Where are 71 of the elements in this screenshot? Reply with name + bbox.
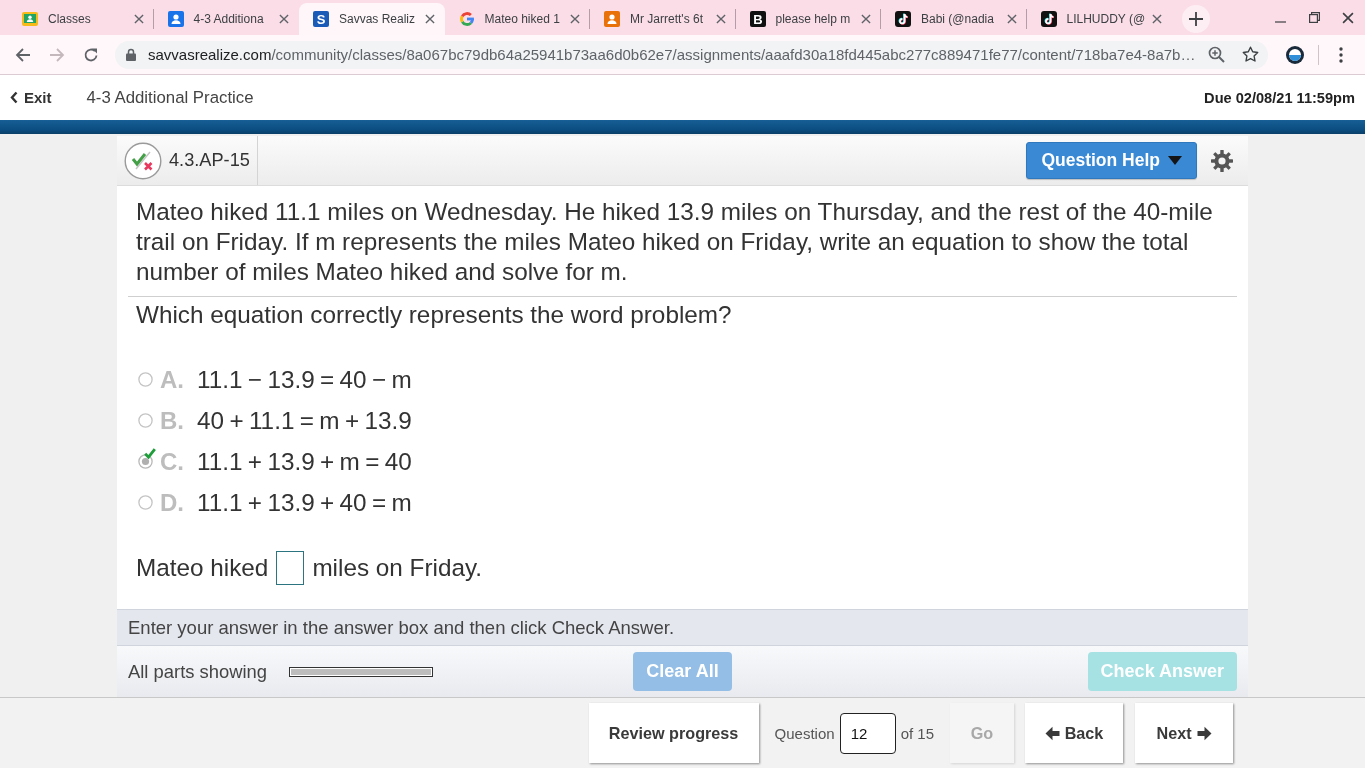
zoom-in-icon[interactable]	[1208, 46, 1225, 63]
close-icon[interactable]	[424, 14, 435, 24]
answer-sentence-end: miles on Friday.	[312, 554, 483, 582]
instruction-text: Enter your answer in the answer box and then click Check Answer.	[117, 609, 1248, 645]
new-tab-button[interactable]	[1182, 5, 1210, 33]
choice-letter: C.	[160, 447, 185, 476]
question-number-field[interactable]: 12	[839, 712, 896, 754]
radio-icon[interactable]	[138, 413, 153, 428]
classroom-icon	[22, 11, 38, 27]
reload-icon[interactable]	[83, 46, 99, 63]
caret-icon	[1168, 156, 1182, 165]
address-field[interactable]: savvasrealize.com/community/classes/8a067bc79db64a25941b73aa6d0b62e7/assignments/aaafd30a18fd445abc277c889471fe77/content/718ba7e4-8a7b…	[115, 40, 1268, 69]
close-icon[interactable]	[1152, 14, 1162, 24]
close-icon[interactable]	[1006, 14, 1017, 24]
radio-icon[interactable]	[138, 495, 153, 510]
browser-tab[interactable]: Classes	[8, 3, 154, 35]
exit-button[interactable]: Exit	[10, 89, 52, 106]
star-icon[interactable]	[1242, 46, 1259, 63]
choice-equation[interactable]: 40 + 11.1 = m + 13.9	[197, 406, 412, 435]
close-icon[interactable]	[715, 14, 726, 24]
check-icon	[144, 448, 156, 459]
question-help-button[interactable]: Question Help	[1026, 142, 1197, 179]
question-id: 4.3.AP-15	[169, 150, 250, 171]
next-button[interactable]: Next	[1135, 703, 1233, 763]
browser-tab[interactable]: B please help m	[735, 3, 881, 35]
choice-letter: B.	[160, 406, 185, 435]
browser-tab[interactable]: 4-3 Additiona	[153, 3, 299, 35]
check-cross-icon	[124, 141, 162, 180]
back-button[interactable]: Back	[1025, 703, 1123, 763]
arrow-right-icon	[1196, 725, 1212, 741]
problem-text: Mateo hiked 11.1 miles on Wednesday. He hiked 13.9 miles on Thursday, and the rest of the 40-mile trail on Friday. If m represents the miles Mateo hiked on Friday, write an equation to show the total number of miles Mateo hiked and solve for m.	[135, 197, 1214, 287]
close-icon[interactable]	[1342, 11, 1354, 24]
browser-tab[interactable]: Mateo hiked 1	[444, 3, 590, 35]
browser-tab[interactable]: LILHUDDY (@	[1026, 3, 1172, 35]
letter-tile-icon: S	[313, 11, 329, 27]
choice-equation[interactable]: 11.1 − 13.9 = 40 − m	[197, 365, 412, 394]
choice-equation[interactable]: 11.1 + 13.9 + m = 40	[197, 447, 412, 476]
lock-icon	[126, 48, 136, 61]
menu-icon[interactable]	[1339, 46, 1343, 63]
parts-label: All parts showing	[128, 660, 268, 683]
choice-equation[interactable]: 11.1 + 13.9 + 40 = m	[197, 488, 412, 517]
radio-icon[interactable]	[138, 372, 153, 387]
back-arrow-icon[interactable]	[15, 46, 31, 63]
choice-letter: A.	[160, 365, 185, 394]
browser-tab[interactable]: Mr Jarrett's 6t	[590, 3, 736, 35]
chevron-left-icon	[10, 91, 18, 104]
close-icon[interactable]	[570, 14, 580, 24]
question-total: of 15	[900, 724, 934, 742]
radio-icon[interactable]	[138, 454, 153, 469]
due-date: Due 02/08/21 11:59pm	[1204, 89, 1355, 106]
music-note-icon	[895, 11, 911, 27]
profile-icon[interactable]	[1285, 44, 1305, 65]
close-icon[interactable]	[133, 14, 144, 24]
browser-tab[interactable]: Babi (@nadia	[881, 3, 1027, 35]
letter-tile-icon: B	[749, 11, 766, 27]
browser-tab[interactable]: S Savvas Realiz	[299, 3, 445, 35]
answer-sentence-start: Mateo hiked	[136, 554, 269, 582]
question-label: Question	[774, 724, 835, 742]
gear-icon[interactable]	[1211, 149, 1233, 172]
plus-icon	[1189, 12, 1203, 26]
arrow-left-icon	[1044, 725, 1060, 741]
google-g-icon	[458, 11, 475, 27]
close-icon[interactable]	[861, 14, 871, 24]
music-note-icon	[1040, 11, 1057, 27]
close-icon[interactable]	[279, 14, 289, 24]
question-prompt: Which equation correctly represents the word problem?	[135, 300, 733, 330]
restore-icon[interactable]	[1308, 12, 1320, 23]
review-progress-button[interactable]: Review progress	[588, 703, 759, 763]
choice-letter: D.	[160, 488, 185, 517]
answer-box[interactable]	[276, 551, 305, 585]
assignment-title: 4-3 Additional Practice	[86, 87, 254, 108]
